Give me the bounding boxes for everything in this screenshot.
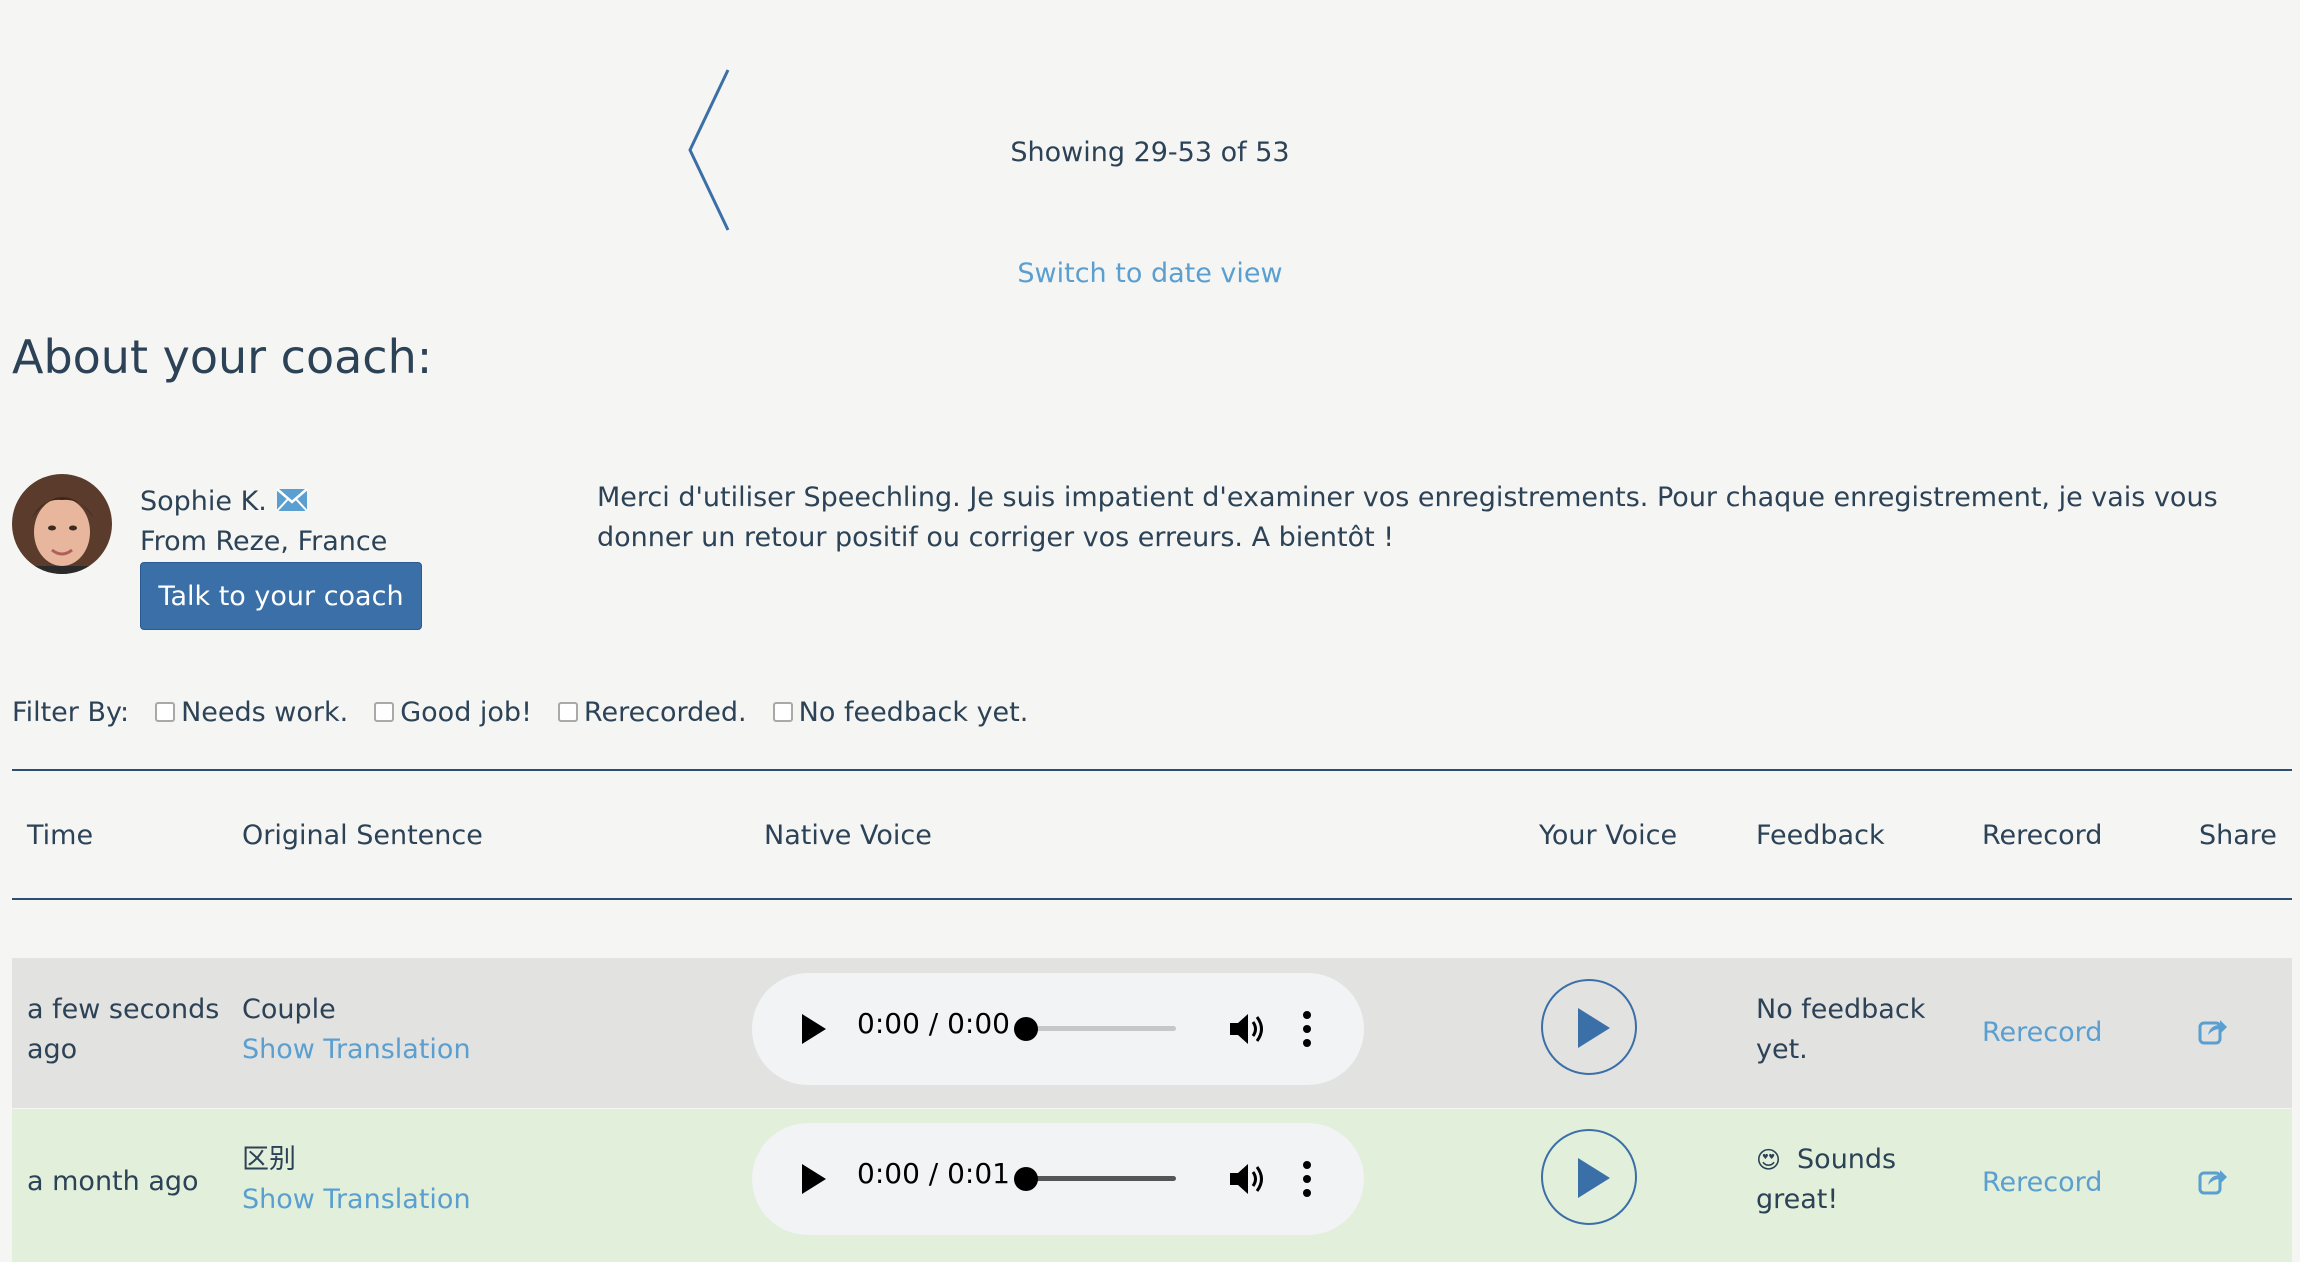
filter-option-label: Needs work. xyxy=(181,696,349,728)
more-vertical-icon[interactable] xyxy=(1302,1159,1312,1199)
player-time: 0:00 / 0:01 xyxy=(857,1157,1010,1190)
pager-status: Showing 29-53 of 53 xyxy=(1010,137,1290,168)
header-native-voice: Native Voice xyxy=(764,820,932,851)
rerecord-link[interactable]: Rerecord xyxy=(1982,1013,2102,1053)
volume-icon[interactable] xyxy=(1228,1161,1268,1197)
header-your-voice: Your Voice xyxy=(1539,820,1678,851)
page: Showing 29-53 of 53 Switch to date view … xyxy=(0,0,2300,1262)
native-voice-player[interactable]: 0:00 / 0:01 xyxy=(752,1123,1364,1235)
feedback-text: No feedback yet. xyxy=(1756,994,1926,1065)
coach-message: Merci d'utiliser Speechling. Je suis imp… xyxy=(597,482,2218,553)
filter-bar: Filter By: Needs work. Good job! Rerecor… xyxy=(12,694,1054,730)
filter-rerecorded-checkbox[interactable] xyxy=(557,702,578,722)
play-icon xyxy=(1578,1158,1610,1198)
pager-prev-icon[interactable] xyxy=(684,66,734,234)
filter-label: Filter By: xyxy=(12,696,130,728)
header-share: Share xyxy=(2199,820,2277,851)
coach-name: Sophie K. xyxy=(140,486,267,517)
feedback-emoji: 😍 xyxy=(1756,1146,1782,1174)
play-icon[interactable] xyxy=(802,1014,826,1044)
player-time: 0:00 / 0:00 xyxy=(857,1007,1010,1040)
show-translation-link[interactable]: Show Translation xyxy=(242,1180,471,1220)
player-progress-thumb[interactable] xyxy=(1014,1017,1038,1041)
envelope-icon[interactable] xyxy=(276,488,308,512)
native-voice-player[interactable]: 0:00 / 0:00 xyxy=(752,973,1364,1085)
filter-option-label: Rerecorded. xyxy=(583,696,747,728)
volume-icon[interactable] xyxy=(1228,1011,1268,1047)
table-header-rule xyxy=(12,898,2292,900)
row-sentence: Couple xyxy=(242,994,336,1025)
filter-good-job-checkbox[interactable] xyxy=(374,702,395,722)
header-time: Time xyxy=(27,820,94,851)
coach-avatar xyxy=(12,474,112,574)
row-feedback: No feedback yet. xyxy=(1756,990,1956,1070)
your-voice-play-button[interactable] xyxy=(1541,979,1637,1075)
your-voice-play-button[interactable] xyxy=(1541,1129,1637,1225)
filter-needs-work[interactable]: Needs work. xyxy=(155,697,348,728)
play-icon xyxy=(1578,1008,1610,1048)
row-time: a few seconds ago xyxy=(27,994,220,1065)
filter-needs-work-checkbox[interactable] xyxy=(155,702,176,722)
row-feedback: 😍 Sounds great! xyxy=(1756,1140,1956,1220)
header-rerecord: Rerecord xyxy=(1982,820,2103,851)
row-sentence: 区别 xyxy=(242,1144,296,1175)
more-vertical-icon[interactable] xyxy=(1302,1009,1312,1049)
filter-no-feedback-checkbox[interactable] xyxy=(772,702,793,722)
filter-option-label: Good job! xyxy=(400,696,532,728)
play-icon[interactable] xyxy=(802,1164,826,1194)
talk-to-coach-button[interactable]: Talk to your coach xyxy=(140,562,422,630)
header-feedback: Feedback xyxy=(1756,820,1885,851)
rerecord-link[interactable]: Rerecord xyxy=(1982,1163,2102,1203)
coach-heading: About your coach: xyxy=(12,330,433,384)
table-top-rule xyxy=(12,769,2292,771)
filter-option-label: No feedback yet. xyxy=(798,696,1029,728)
player-progress-thumb[interactable] xyxy=(1014,1167,1038,1191)
filter-rerecorded[interactable]: Rerecorded. xyxy=(557,696,747,728)
switch-date-view-link[interactable]: Switch to date view xyxy=(840,258,1460,289)
show-translation-link[interactable]: Show Translation xyxy=(242,1030,471,1070)
filter-good-job[interactable]: Good job! xyxy=(374,697,532,728)
coach-origin: From Reze, France xyxy=(140,526,388,557)
header-original-sentence: Original Sentence xyxy=(242,820,483,851)
share-icon[interactable] xyxy=(2198,1167,2228,1195)
row-time: a month ago xyxy=(27,1166,199,1197)
player-progress-track[interactable] xyxy=(1024,1026,1176,1031)
player-progress-track[interactable] xyxy=(1024,1176,1176,1181)
filter-no-feedback[interactable]: No feedback yet. xyxy=(772,696,1029,728)
share-icon[interactable] xyxy=(2198,1017,2228,1045)
